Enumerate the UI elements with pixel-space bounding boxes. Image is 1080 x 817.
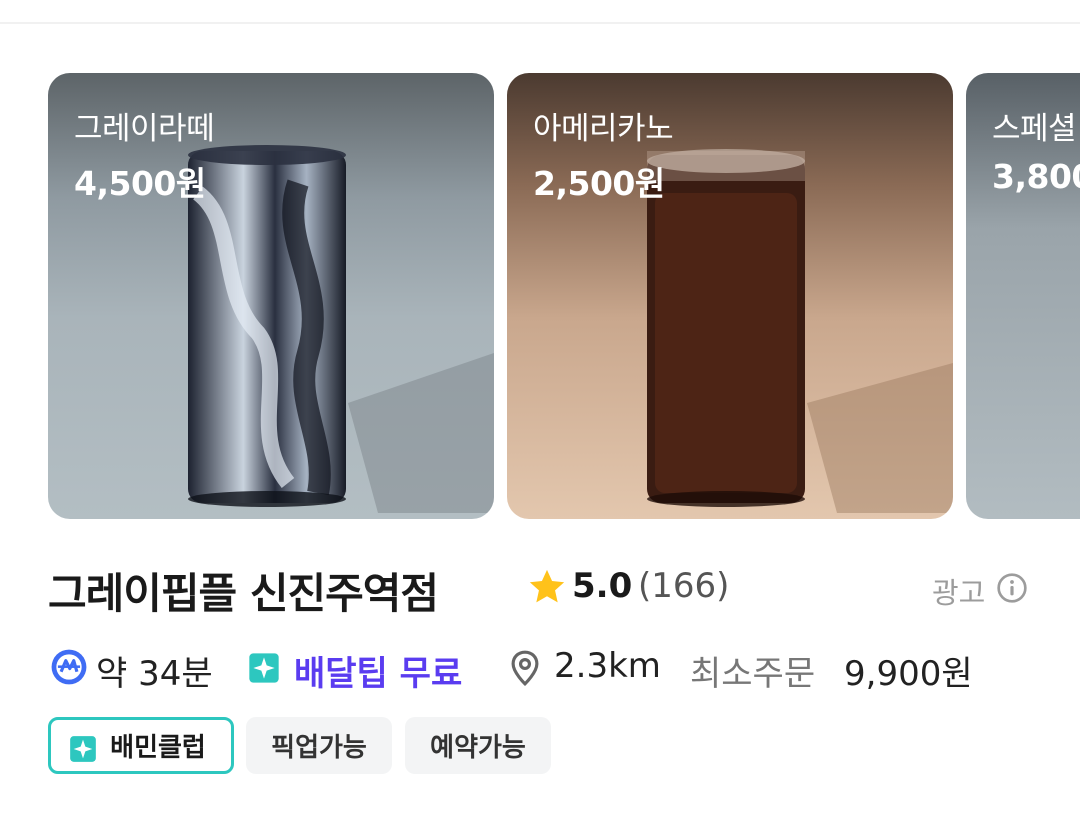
menu-card-name: 그레이라떼 bbox=[74, 111, 215, 147]
ad-label[interactable]: 광고 bbox=[932, 570, 985, 612]
store-header[interactable]: 그레이핍플 신진주역점 5.0 (166) 광고 bbox=[48, 560, 1048, 618]
min-order-label: 최소주문 bbox=[690, 654, 816, 694]
delivery-time: 약 34분 bbox=[96, 654, 213, 694]
menu-card-special[interactable]: 스페셜 3,800 bbox=[966, 73, 1080, 519]
tag-label: 예약가능 bbox=[430, 733, 526, 763]
star-icon bbox=[529, 569, 565, 603]
baemin-club-icon bbox=[249, 653, 279, 683]
menu-card-price: 3,800 bbox=[992, 157, 1080, 196]
distance: 2.3km bbox=[554, 646, 661, 686]
tag-reservation[interactable]: 예약가능 bbox=[405, 717, 551, 774]
delivery-time-icon bbox=[51, 649, 87, 685]
menu-card-price: 2,500원 bbox=[533, 164, 665, 203]
tag-pickup[interactable]: 픽업가능 bbox=[246, 717, 392, 774]
delivery-tip: 배달팁 무료 bbox=[294, 654, 463, 694]
tag-label: 배민클럽 bbox=[110, 733, 206, 763]
menu-card-americano[interactable]: 아메리카노 2,500원 bbox=[507, 73, 953, 519]
delivery-info: 약 34분 배달팁 무료 2.3km 최소주문 9,900원 bbox=[48, 644, 1048, 694]
store-tags: 배민클럽 픽업가능 예약가능 bbox=[48, 717, 1048, 775]
menu-carousel[interactable]: 그레이라떼 4,500원 아메리카노 2,500원 스페셜 3,800 bbox=[48, 73, 1080, 519]
baemin-club-icon bbox=[70, 736, 96, 762]
store-rating: 5.0 bbox=[572, 566, 633, 606]
location-pin-icon bbox=[511, 650, 539, 687]
tag-baemin-club[interactable]: 배민클럽 bbox=[48, 717, 234, 774]
menu-card-name: 스페셜 bbox=[992, 111, 1077, 147]
tag-label: 픽업가능 bbox=[271, 733, 367, 763]
top-divider bbox=[0, 22, 1080, 24]
min-order-value: 9,900원 bbox=[844, 654, 973, 694]
review-count: (166) bbox=[638, 566, 730, 606]
menu-card-grey-latte[interactable]: 그레이라떼 4,500원 bbox=[48, 73, 494, 519]
menu-card-price: 4,500원 bbox=[74, 164, 206, 203]
store-name[interactable]: 그레이핍플 신진주역점 bbox=[48, 560, 439, 621]
info-icon[interactable] bbox=[996, 572, 1028, 604]
menu-card-name: 아메리카노 bbox=[533, 111, 674, 147]
